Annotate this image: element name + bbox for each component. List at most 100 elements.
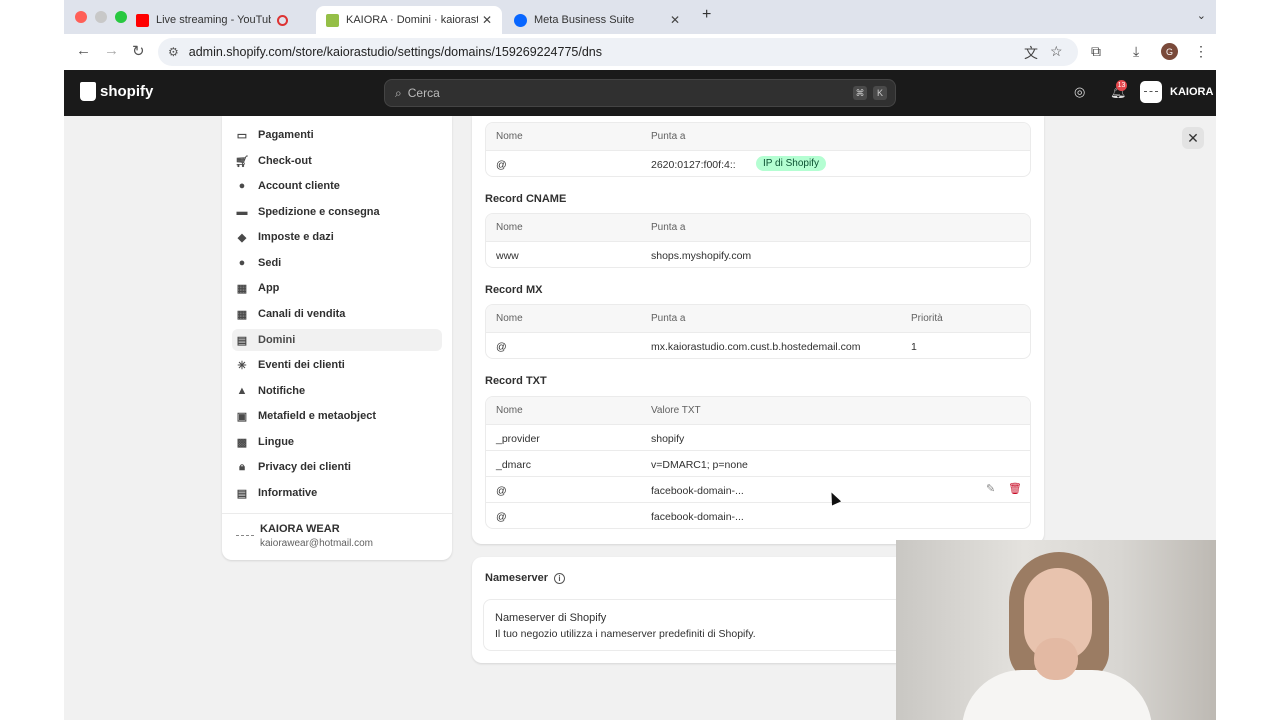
bell-icon: ▲ bbox=[236, 385, 248, 397]
sidebar-item-pagamenti[interactable]: ▭ Pagamenti bbox=[232, 124, 442, 146]
tab-meta[interactable]: Meta Business Suite ✕ bbox=[504, 6, 690, 34]
sidebar-item-label: App bbox=[258, 282, 280, 294]
table-row-hovered[interactable]: @ facebook-domain-... ✎ 🗑︎ bbox=[486, 476, 1030, 502]
shopify-icon bbox=[326, 13, 339, 27]
download-icon[interactable]: ⤓ bbox=[1133, 43, 1139, 60]
close-window-button[interactable] bbox=[75, 11, 87, 23]
sidebar-item-taxes[interactable]: ◆ Imposte e dazi bbox=[232, 226, 442, 248]
sidebar-item-label: Account cliente bbox=[258, 180, 340, 192]
site-settings-icon[interactable]: ⚙ bbox=[168, 45, 179, 59]
shopify-topbar: shopify ⌕ Cerca ⌘ K ◎ 🔔︎ 13 KAIORA bbox=[64, 70, 1216, 116]
record-name: @ bbox=[496, 341, 507, 353]
col-priority: Priorità bbox=[911, 313, 943, 324]
address-bar[interactable]: ⚙ admin.shopify.com/store/kaiorastudio/s… bbox=[158, 38, 1078, 66]
sidebar-item-notifications[interactable]: ▲ Notifiche bbox=[232, 380, 442, 402]
sidebar-item-label: Informative bbox=[258, 487, 318, 499]
sidebar-item-events[interactable]: ✳ Eventi dei clienti bbox=[232, 354, 442, 376]
card-icon: ▭ bbox=[236, 129, 248, 142]
tab-list-icon[interactable]: ⌄ bbox=[1197, 9, 1206, 22]
sidebar-item-label: Notifiche bbox=[258, 385, 306, 397]
record-priority: 1 bbox=[911, 341, 917, 353]
shortcut-key: K bbox=[873, 86, 887, 100]
txt-title: Record TXT bbox=[485, 375, 547, 387]
table-row: www shops.myshopify.com bbox=[486, 241, 1030, 267]
menu-icon[interactable]: ⋮ bbox=[1194, 43, 1208, 60]
search-input[interactable]: ⌕ Cerca ⌘ K bbox=[384, 79, 896, 107]
sidebar-item-metafields[interactable]: ▣ Metafield e metaobject bbox=[232, 405, 442, 427]
sidekick-icon[interactable]: ◎ bbox=[1074, 84, 1085, 100]
edit-pencil-icon[interactable]: ✎ bbox=[986, 482, 995, 495]
tab-shopify[interactable]: KAIORA · Domini · kaiorastudi ✕ bbox=[316, 6, 502, 34]
record-name: _dmarc bbox=[496, 459, 532, 471]
back-icon[interactable]: ← bbox=[76, 42, 91, 59]
sidebar-item-domains[interactable]: ▤ Domini bbox=[232, 329, 442, 351]
reload-icon[interactable]: ↻ bbox=[132, 42, 145, 60]
store-logo bbox=[1140, 81, 1162, 103]
browser-chrome: Live streaming - YouTube KAIORA · Domini… bbox=[64, 0, 1216, 70]
sidebar-item-policies[interactable]: ▤ Informative bbox=[232, 482, 442, 504]
nameserver-box-title: Nameserver di Shopify bbox=[495, 612, 607, 624]
minimize-window-button[interactable] bbox=[95, 11, 107, 23]
sidebar-item-label: Imposte e dazi bbox=[258, 231, 334, 243]
profile-avatar[interactable]: G bbox=[1161, 43, 1178, 60]
tab-title: Meta Business Suite bbox=[534, 14, 635, 26]
bookmark-star-icon[interactable]: ☆ bbox=[1050, 43, 1063, 60]
location-icon: ● bbox=[238, 257, 246, 269]
store-footer[interactable]: KAIORA WEAR kaiorawear@hotmail.com bbox=[236, 523, 373, 549]
browser-toolbar: ← → ↻ ⚙ admin.shopify.com/store/kaiorast… bbox=[64, 34, 1216, 70]
close-settings-button[interactable]: ✕ bbox=[1182, 127, 1204, 149]
search-placeholder: Cerca bbox=[407, 86, 440, 100]
delete-trash-icon[interactable]: 🗑︎ bbox=[1008, 482, 1022, 495]
sidebar-item-account[interactable]: ● Account cliente bbox=[232, 175, 442, 197]
sidebar-item-checkout[interactable]: 🛒︎ Check-out bbox=[232, 150, 442, 172]
person-icon: ● bbox=[238, 180, 246, 192]
forward-icon[interactable]: → bbox=[104, 42, 119, 59]
record-points-to: mx.kaiorastudio.com.cust.b.hostedemail.c… bbox=[651, 341, 861, 353]
col-points-to: Punta a bbox=[651, 313, 686, 324]
record-name: www bbox=[496, 250, 519, 262]
sidebar-item-locations[interactable]: ● Sedi bbox=[232, 252, 442, 274]
search-icon: ⌕ bbox=[395, 85, 402, 100]
settings-sidebar: ▭ Pagamenti 🛒︎ Check-out ● Account cliente … bbox=[222, 116, 452, 560]
sidebar-item-shipping[interactable]: ▬ Spedizione e consegna bbox=[232, 201, 442, 223]
record-name: _provider bbox=[496, 433, 540, 445]
store-menu[interactable]: KAIORA bbox=[1140, 81, 1213, 103]
shopify-ip-badge: IP di Shopify bbox=[756, 156, 826, 171]
youtube-icon bbox=[136, 13, 149, 27]
tab-youtube[interactable]: Live streaming - YouTube bbox=[126, 6, 306, 34]
close-tab-icon[interactable]: ✕ bbox=[670, 13, 680, 27]
shopify-bag-icon bbox=[80, 82, 96, 101]
record-name: @ bbox=[496, 511, 507, 523]
cname-table: Nome Punta a www shops.myshopify.com bbox=[485, 213, 1031, 268]
meta-icon bbox=[514, 13, 527, 27]
sidebar-item-languages[interactable]: ▩ Lingue bbox=[232, 431, 442, 453]
new-tab-button[interactable]: + bbox=[702, 6, 711, 24]
translate-icon[interactable]: 文 bbox=[1024, 43, 1038, 63]
sidebar-item-apps[interactable]: ▦ App bbox=[232, 277, 442, 299]
sidebar-item-channels[interactable]: ▦ Canali di vendita bbox=[232, 303, 442, 325]
sidebar-item-privacy[interactable]: 🔒︎ Privacy dei clienti bbox=[232, 456, 442, 478]
close-tab-icon[interactable]: ✕ bbox=[482, 13, 492, 27]
table-row: _dmarc v=DMARC1; p=none bbox=[486, 450, 1030, 476]
shopify-logo[interactable]: shopify bbox=[80, 82, 153, 101]
record-points-to: shops.myshopify.com bbox=[651, 250, 752, 262]
notification-badge: 13 bbox=[1116, 80, 1127, 91]
info-icon[interactable]: i bbox=[554, 572, 565, 584]
apps-icon: ▦ bbox=[236, 282, 248, 295]
logo-text: shopify bbox=[100, 83, 154, 100]
metafield-icon: ▣ bbox=[236, 410, 248, 423]
extensions-icon[interactable]: ⧉ bbox=[1091, 43, 1101, 60]
col-name: Nome bbox=[496, 313, 523, 324]
record-value: facebook-domain-... bbox=[651, 511, 744, 523]
left-margin bbox=[0, 0, 64, 720]
record-value: v=DMARC1; p=none bbox=[651, 459, 748, 471]
table-row: _provider shopify bbox=[486, 424, 1030, 450]
record-points-to: 2620:0127:f00f:4:: bbox=[651, 159, 736, 171]
tab-title: KAIORA · Domini · kaiorastudi bbox=[346, 14, 478, 26]
table-header: Nome Valore TXT bbox=[486, 397, 1030, 424]
nameserver-title: Nameserver i bbox=[485, 572, 565, 584]
record-value: facebook-domain-... bbox=[651, 485, 744, 497]
sidebar-item-label: Pagamenti bbox=[258, 129, 314, 141]
sidebar-item-label: Domini bbox=[258, 334, 296, 346]
sidebar-item-label: Sedi bbox=[258, 257, 282, 269]
